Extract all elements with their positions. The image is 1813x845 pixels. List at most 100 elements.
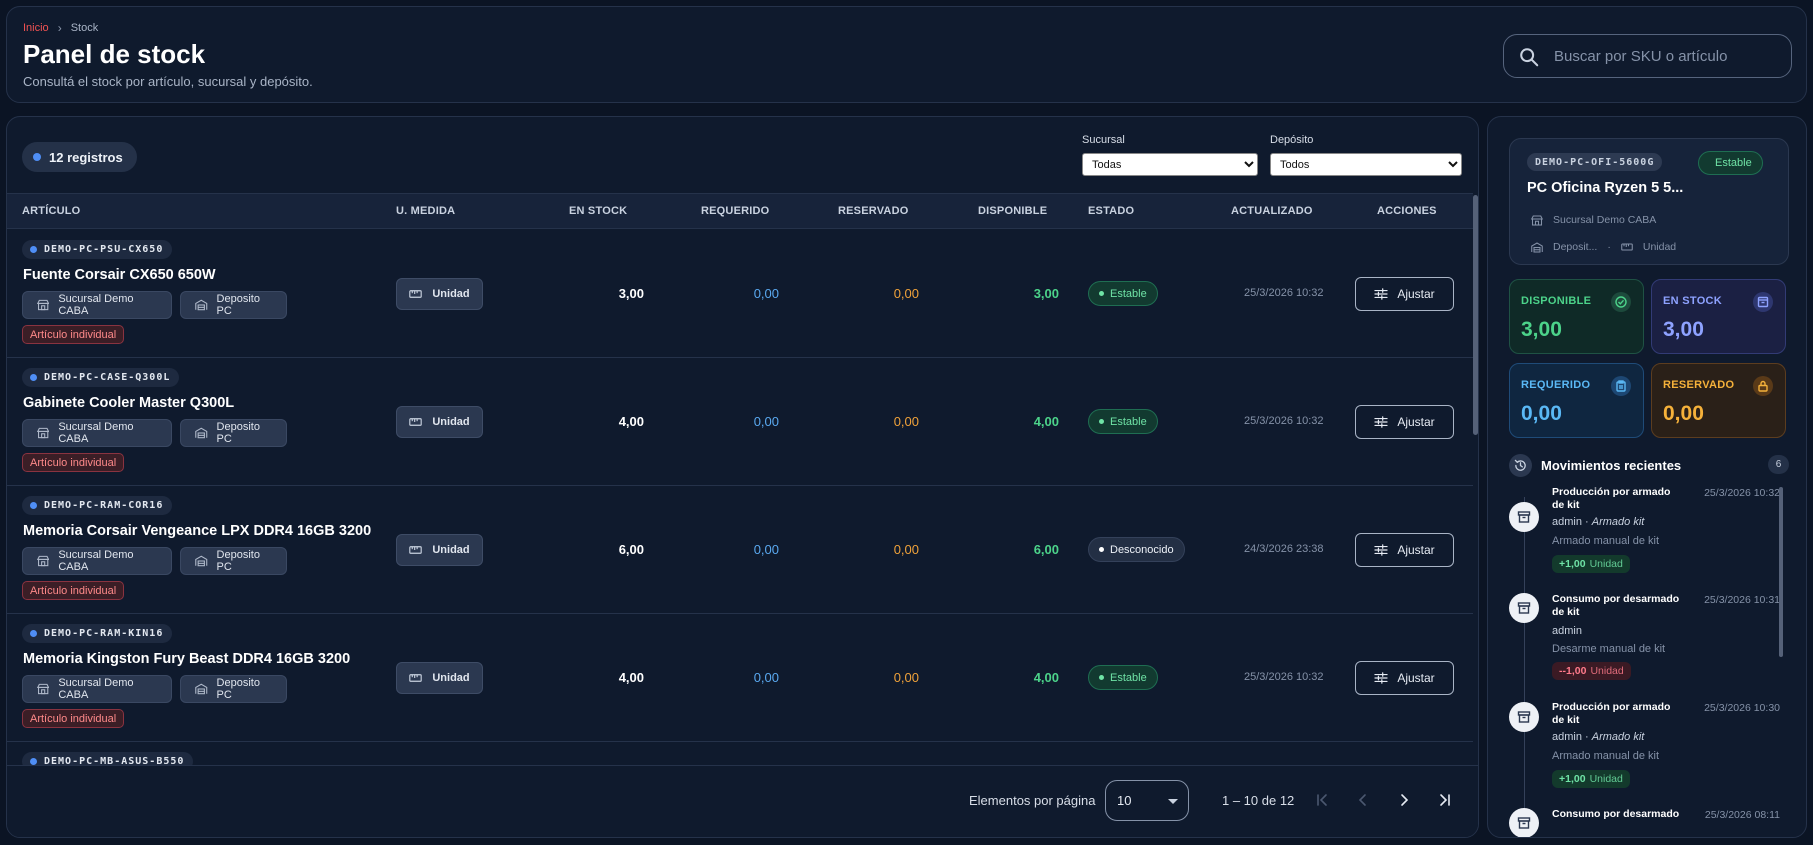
records-count-badge: 12 registros	[22, 142, 137, 172]
column-header-actions: ACCIONES	[1377, 205, 1437, 217]
movements-scrollbar[interactable]	[1779, 487, 1783, 657]
column-header-required[interactable]: REQUERIDO	[701, 205, 769, 217]
column-header-available[interactable]: DISPONIBLE	[978, 205, 1047, 217]
page-title: Panel de stock	[23, 39, 206, 69]
sku-badge: DEMO-PC-PSU-CX650	[22, 240, 173, 259]
reserved-value: 0,00	[893, 542, 919, 557]
warehouse-icon	[195, 427, 208, 439]
records-count-label: 12 registros	[49, 149, 123, 165]
previous-page-button[interactable]	[1351, 788, 1375, 812]
status-dot-icon	[1099, 419, 1104, 424]
updated-timestamp: 25/3/2026 10:32	[1244, 671, 1324, 683]
status-dot-icon	[33, 153, 41, 161]
article-name: Memoria Kingston Fury Beast DDR4 16GB 32…	[23, 651, 351, 667]
store-icon	[1531, 214, 1543, 226]
stock-table-card: 12 registros Sucursal Todas Depósito Tod…	[6, 116, 1479, 838]
table-row: DEMO-PC-PSU-CX650 Fuente Corsair CX650 6…	[7, 230, 1473, 358]
adjust-button-label: Ajustar	[1397, 543, 1435, 557]
sliders-icon	[1374, 416, 1388, 428]
movement-unit: Unidad	[1589, 558, 1623, 570]
movement-user-detail: Armado kit	[1591, 516, 1645, 528]
unit-badge: Unidad	[396, 406, 483, 438]
detail-panel: DEMO-PC-OFI-5600G Estable PC Oficina Ryz…	[1487, 116, 1807, 838]
kpi-available-label: DISPONIBLE	[1521, 295, 1592, 307]
kpi-reserved-value: 0,00	[1663, 402, 1704, 425]
store-icon	[37, 555, 50, 567]
adjust-button[interactable]: Ajustar	[1355, 533, 1454, 567]
deposit-chip: Deposito PC	[180, 675, 287, 703]
adjust-button[interactable]: Ajustar	[1355, 405, 1454, 439]
deposit-name: Deposito PC	[216, 293, 260, 317]
branch-name: Sucursal Demo CABA	[58, 677, 134, 701]
individual-article-tag: Artículo individual	[22, 581, 125, 600]
deposit-filter-label: Depósito	[1270, 134, 1314, 146]
product-sku-badge: DEMO-PC-OFI-5600G	[1527, 153, 1663, 171]
warehouse-icon	[195, 683, 208, 695]
movement-quantity: +1,00	[1559, 558, 1586, 570]
per-page-select[interactable]: 10	[1105, 780, 1189, 821]
movement-user-detail: Armado kit	[1591, 731, 1645, 743]
adjust-button-label: Ajustar	[1397, 671, 1435, 685]
product-branch: Sucursal Demo CABA	[1531, 214, 1656, 226]
deposit-name: Deposito PC	[216, 677, 260, 701]
search-icon	[1520, 48, 1539, 67]
movements-header: Movimientos recientes	[1509, 454, 1681, 477]
deposit-filter-select[interactable]: Todos	[1270, 153, 1462, 176]
per-page-label: Elementos por página	[969, 793, 1096, 808]
movement-quantity-badge: --1,00 Unidad	[1552, 662, 1631, 680]
unit-label: Unidad	[432, 544, 470, 556]
sliders-icon	[1374, 288, 1388, 300]
status-label: Estable	[1110, 415, 1147, 428]
first-page-button[interactable]	[1311, 788, 1335, 812]
search-box[interactable]	[1503, 34, 1792, 78]
status-dot-icon	[30, 246, 37, 253]
movement-description: Armado manual de kit	[1552, 535, 1659, 547]
deposit-name: Deposito PC	[216, 549, 260, 573]
ruler-icon	[1621, 243, 1633, 251]
column-header-status[interactable]: ESTADO	[1088, 205, 1134, 217]
chevron-right-icon	[1401, 794, 1409, 806]
warehouse-icon	[195, 299, 208, 311]
product-status-badge: Estable	[1698, 151, 1763, 175]
table-scrollbar[interactable]	[1473, 195, 1478, 435]
history-icon	[1509, 454, 1532, 477]
kpi-available: DISPONIBLE 3,00	[1509, 279, 1644, 354]
individual-article-tag: Artículo individual	[22, 709, 125, 728]
product-status-label: Estable	[1715, 157, 1752, 169]
movements-title: Movimientos recientes	[1541, 458, 1682, 473]
column-header-updated[interactable]: ACTUALIZADO	[1231, 205, 1313, 217]
column-header-reserved[interactable]: RESERVADO	[838, 205, 908, 217]
caret-down-icon	[1168, 799, 1178, 804]
search-input[interactable]	[1554, 35, 1784, 77]
breadcrumb-home-link[interactable]: Inicio	[23, 22, 49, 34]
kpi-required-value: 0,00	[1521, 402, 1562, 425]
unit-label: Unidad	[432, 416, 470, 428]
adjust-button[interactable]: Ajustar	[1355, 277, 1454, 311]
breadcrumb-separator-icon: ›	[57, 21, 62, 35]
lock-icon	[1753, 376, 1773, 396]
individual-article-tag: Artículo individual	[22, 453, 125, 472]
last-page-button[interactable]	[1432, 788, 1456, 812]
product-unit: Unidad	[1642, 241, 1677, 253]
first-page-icon	[1317, 794, 1327, 806]
kpi-stock-value: 3,00	[1663, 318, 1704, 341]
kpi-reserved: RESERVADO 0,00	[1651, 363, 1786, 438]
movement-time: 25/3/2026 10:30	[1704, 702, 1780, 714]
adjust-button[interactable]: Ajustar	[1355, 661, 1454, 695]
required-value: 0,00	[753, 414, 779, 429]
branch-name: Sucursal Demo CABA	[58, 421, 134, 445]
column-header-stock[interactable]: EN STOCK	[569, 205, 627, 217]
column-header-article[interactable]: ARTÍCULO	[22, 205, 80, 217]
article-name: Memoria Corsair Vengeance LPX DDR4 16GB …	[23, 523, 372, 539]
next-page-button[interactable]	[1392, 788, 1416, 812]
column-header-unit[interactable]: U. MEDIDA	[396, 205, 455, 217]
warehouse-icon	[195, 555, 208, 567]
movement-unit: Unidad	[1589, 773, 1623, 785]
kpi-in-stock: EN STOCK 3,00	[1651, 279, 1786, 354]
stock-value: 4,00	[618, 670, 644, 685]
movement-quantity-badge: +1,00 Unidad	[1552, 555, 1630, 573]
branch-filter-select[interactable]: Todas	[1082, 153, 1258, 176]
reserved-value: 0,00	[893, 670, 919, 685]
status-label: Desconocido	[1110, 543, 1174, 556]
breadcrumb-current: Stock	[70, 22, 99, 34]
